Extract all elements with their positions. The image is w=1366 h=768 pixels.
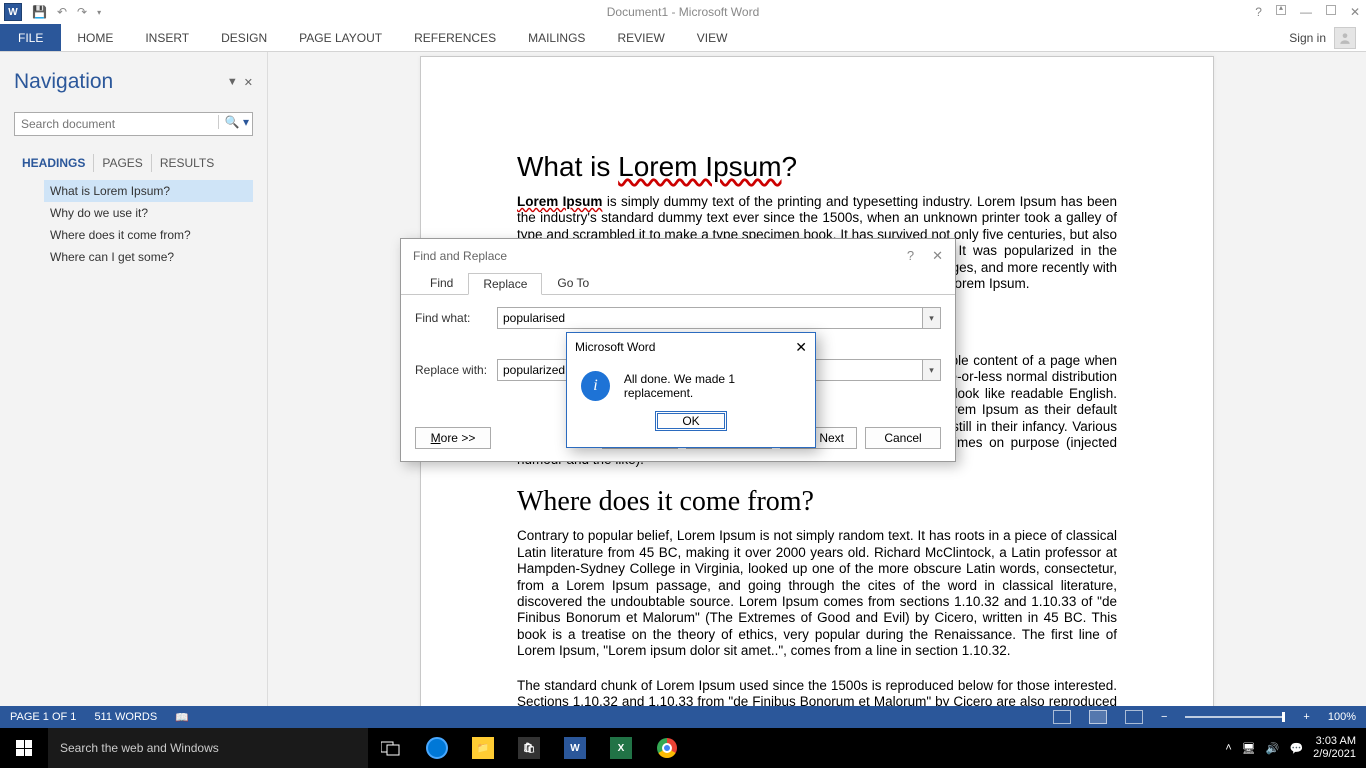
avatar-icon	[1334, 27, 1356, 49]
info-icon: i	[581, 371, 610, 401]
navigation-pane: Navigation ▼ ✕ 🔍 ▾ HEADINGS PAGES RESULT…	[0, 52, 268, 706]
fr-tab-find[interactable]: Find	[415, 272, 468, 294]
tray-time: 3:03 AM	[1313, 735, 1356, 748]
start-button[interactable]	[0, 728, 48, 768]
tray-notifications-icon[interactable]: 💬	[1289, 742, 1303, 755]
tray-volume-icon[interactable]: 🔊	[1266, 742, 1280, 755]
ribbon-display-icon[interactable]: ▴	[1276, 5, 1286, 15]
nav-item[interactable]: What is Lorem Ipsum?	[44, 180, 253, 202]
minimize-icon[interactable]: ―	[1300, 5, 1312, 19]
msgbox-message: All done. We made 1 replacement.	[624, 372, 801, 400]
taskbar-search[interactable]: Search the web and Windows	[48, 728, 368, 768]
search-icon[interactable]: 🔍 ▾	[218, 115, 249, 129]
find-what-label: Find what:	[415, 311, 497, 325]
windows-logo-icon	[16, 740, 32, 756]
task-view-icon[interactable]	[368, 728, 414, 768]
dialog-help-icon[interactable]: ?	[907, 248, 914, 264]
document-title: Document1 - Microsoft Word	[607, 5, 760, 19]
quick-access-toolbar: W 💾 ↶ ↷ ▾	[0, 3, 101, 21]
paragraph: Contrary to popular belief, Lorem Ipsum …	[517, 528, 1117, 660]
close-icon[interactable]: ✕	[1350, 5, 1360, 19]
zoom-in-icon[interactable]: +	[1303, 711, 1309, 723]
zoom-out-icon[interactable]: −	[1161, 711, 1167, 723]
redo-icon[interactable]: ↷	[77, 5, 87, 19]
status-page[interactable]: PAGE 1 OF 1	[10, 711, 76, 723]
tab-mailings[interactable]: MAILINGS	[512, 24, 601, 51]
nav-tab-headings[interactable]: HEADINGS	[14, 154, 94, 172]
tab-references[interactable]: REFERENCES	[398, 24, 512, 51]
taskbar-apps: 📁 🛍 W X	[368, 728, 690, 768]
zoom-slider[interactable]	[1185, 716, 1285, 718]
message-box: Microsoft Word ✕ i All done. We made 1 r…	[566, 332, 816, 448]
msgbox-close-icon[interactable]: ✕	[795, 339, 807, 356]
tab-file[interactable]: FILE	[0, 24, 61, 51]
edge-icon[interactable]	[414, 728, 460, 768]
zoom-level[interactable]: 100%	[1328, 711, 1356, 723]
tray-clock[interactable]: 3:03 AM 2/9/2021	[1313, 735, 1362, 760]
tray-date: 2/9/2021	[1313, 748, 1356, 761]
status-bar: PAGE 1 OF 1 511 WORDS 📖 − + 100%	[0, 706, 1366, 728]
dialog-title: Find and Replace	[413, 249, 507, 263]
nav-item[interactable]: Where does it come from?	[44, 224, 253, 246]
sign-in[interactable]: Sign in	[1289, 24, 1366, 51]
store-icon[interactable]: 🛍	[506, 728, 552, 768]
maximize-icon[interactable]	[1326, 5, 1336, 15]
tray-network-icon[interactable]: 🖥	[1242, 742, 1256, 755]
fr-tab-goto[interactable]: Go To	[542, 272, 604, 294]
navigation-title: Navigation	[14, 70, 113, 94]
chrome-icon[interactable]	[644, 728, 690, 768]
nav-tab-results[interactable]: RESULTS	[152, 154, 222, 172]
window-controls: ? ▴ ― ✕	[1255, 5, 1360, 19]
view-print-icon[interactable]	[1089, 710, 1107, 724]
nav-headings-list: What is Lorem Ipsum? Why do we use it? W…	[14, 180, 253, 268]
replace-with-dropdown-icon[interactable]: ▾	[923, 359, 941, 381]
fr-tab-replace[interactable]: Replace	[468, 273, 542, 295]
nav-tabs: HEADINGS PAGES RESULTS	[14, 154, 253, 172]
nav-dropdown-icon[interactable]: ▼	[227, 76, 238, 89]
find-what-input[interactable]	[497, 307, 923, 329]
cancel-button[interactable]: Cancel	[865, 427, 941, 449]
nav-search: 🔍 ▾	[14, 112, 253, 136]
nav-close-icon[interactable]: ✕	[244, 76, 253, 89]
titlebar: W 💾 ↶ ↷ ▾ Document1 - Microsoft Word ? ▴…	[0, 0, 1366, 24]
view-read-icon[interactable]	[1053, 710, 1071, 724]
nav-tab-pages[interactable]: PAGES	[94, 154, 151, 172]
tab-home[interactable]: HOME	[61, 24, 129, 51]
view-web-icon[interactable]	[1125, 710, 1143, 724]
find-what-dropdown-icon[interactable]: ▾	[923, 307, 941, 329]
sign-in-label: Sign in	[1289, 31, 1326, 45]
qat-dropdown-icon[interactable]: ▾	[97, 8, 101, 17]
ok-button[interactable]: OK	[655, 411, 726, 431]
paragraph: The standard chunk of Lorem Ipsum used s…	[517, 678, 1117, 706]
tab-insert[interactable]: INSERT	[129, 24, 205, 51]
more-button[interactable]: More >>	[415, 427, 491, 449]
tab-design[interactable]: DESIGN	[205, 24, 283, 51]
taskbar-search-placeholder: Search the web and Windows	[60, 741, 219, 755]
file-explorer-icon[interactable]: 📁	[460, 728, 506, 768]
help-icon[interactable]: ?	[1255, 5, 1262, 19]
system-tray: ˄ 🖥 🔊 💬 3:03 AM 2/9/2021	[1225, 735, 1366, 760]
nav-item[interactable]: Where can I get some?	[44, 246, 253, 268]
status-proofing-icon[interactable]: 📖	[175, 711, 189, 724]
nav-item[interactable]: Why do we use it?	[44, 202, 253, 224]
excel-taskbar-icon[interactable]: X	[598, 728, 644, 768]
replace-with-label: Replace with:	[415, 363, 497, 377]
undo-icon[interactable]: ↶	[57, 5, 67, 19]
save-icon[interactable]: 💾	[32, 5, 47, 19]
word-taskbar-icon[interactable]: W	[552, 728, 598, 768]
ribbon-tabs: FILE HOME INSERT DESIGN PAGE LAYOUT REFE…	[0, 24, 1366, 52]
heading: What is Lorem Ipsum?	[517, 151, 1117, 184]
taskbar: Search the web and Windows 📁 🛍 W X ˄ 🖥 🔊…	[0, 728, 1366, 768]
tab-page-layout[interactable]: PAGE LAYOUT	[283, 24, 398, 51]
word-app-icon: W	[4, 3, 22, 21]
msgbox-title: Microsoft Word	[575, 340, 655, 354]
tab-review[interactable]: REVIEW	[601, 24, 680, 51]
tab-view[interactable]: VIEW	[681, 24, 744, 51]
heading: Where does it come from?	[517, 486, 1117, 518]
tray-chevron-icon[interactable]: ˄	[1225, 742, 1231, 754]
status-words[interactable]: 511 WORDS	[94, 711, 157, 723]
dialog-close-icon[interactable]: ✕	[932, 248, 943, 264]
